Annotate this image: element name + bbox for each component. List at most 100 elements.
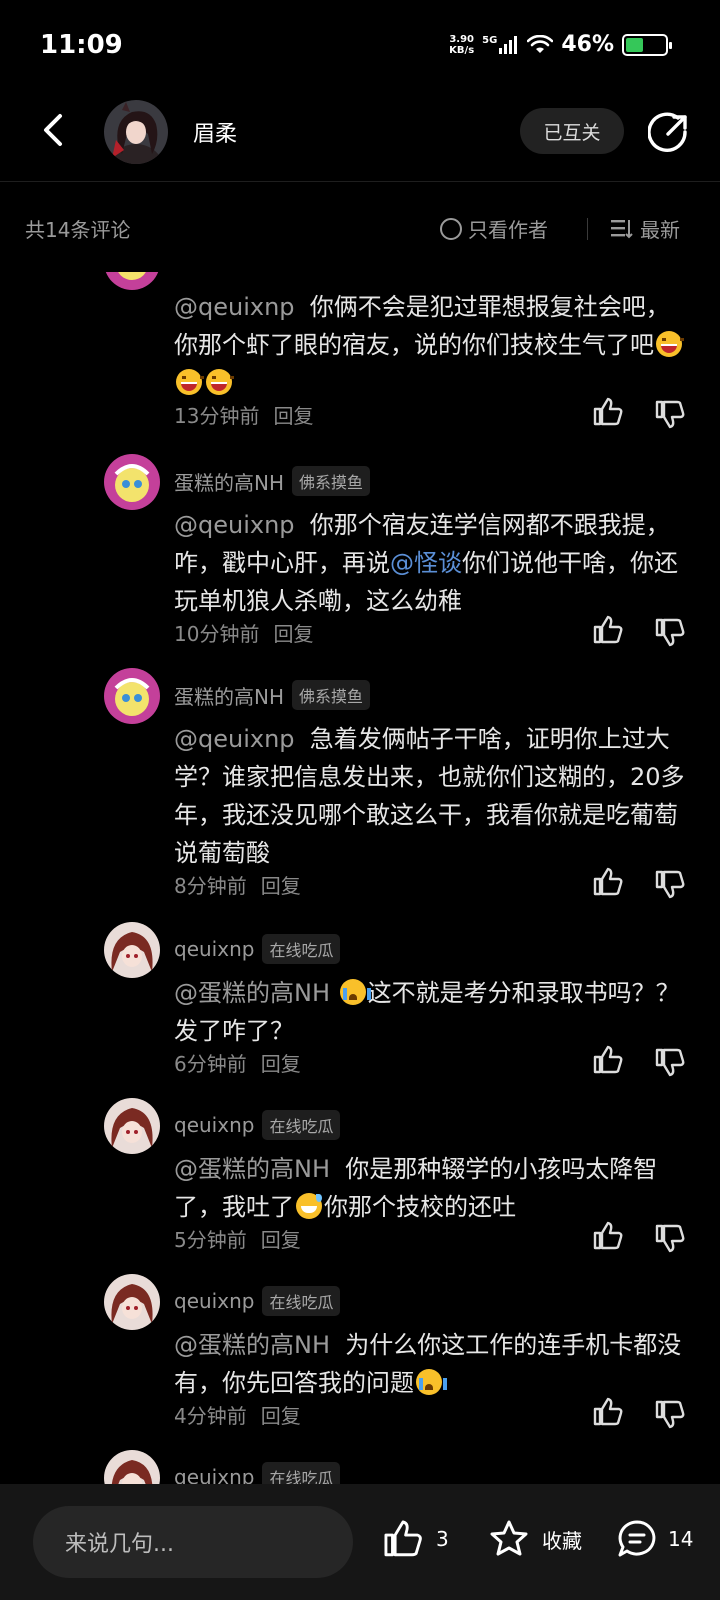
commenter-avatar[interactable] (104, 272, 160, 290)
wifi-icon (527, 34, 554, 53)
sort-toggle[interactable]: 最新 (610, 214, 680, 243)
commenter-avatar[interactable] (104, 1098, 160, 1154)
commenter-avatar[interactable] (104, 922, 160, 978)
bottom-action-bar: 来说几句... 3 收藏 14 (0, 1484, 720, 1600)
commenter-name[interactable]: qeuixnp (174, 1289, 254, 1313)
mutual-follow-button[interactable]: 已互关 (520, 108, 624, 154)
comment-meta: 4分钟前 回复 (174, 1400, 301, 1429)
battery-percent: 46% (561, 32, 614, 57)
thumbs-up-icon[interactable] (592, 1044, 624, 1076)
commenter-avatar[interactable] (104, 668, 160, 724)
commenter-name[interactable]: qeuixnp (174, 1113, 254, 1137)
comment-mention[interactable]: @蛋糕的高NH (174, 979, 330, 1007)
mention-link[interactable]: @怪谈 (390, 549, 462, 577)
comment-mention[interactable]: @qeuixnp (174, 725, 295, 753)
reply-button[interactable]: 回复 (273, 618, 313, 647)
reply-button[interactable]: 回复 (261, 1400, 301, 1429)
reply-button[interactable]: 回复 (261, 1224, 301, 1253)
reply-button[interactable]: 回复 (261, 1048, 301, 1077)
sweat-smile-emoji-icon (296, 1193, 322, 1219)
comment-bubble-icon (618, 1520, 656, 1557)
commenter-info: qeuixnp 在线吃瓜 (174, 1110, 341, 1140)
comment-input[interactable]: 来说几句... (33, 1506, 353, 1578)
commenter-name[interactable]: qeuixnp (174, 1465, 254, 1484)
reply-button[interactable]: 回复 (273, 400, 313, 429)
commenter-info: 蛋糕的高NH 佛系摸鱼 (174, 466, 371, 496)
commenter-badge: 在线吃瓜 (262, 1462, 341, 1484)
thumbs-up-icon[interactable] (592, 396, 624, 428)
commenter-badge: 佛系摸鱼 (292, 466, 371, 496)
comment-list[interactable]: @qeuixnp 你俩不会是犯过罪想报复社会吧，你那个虾了眼的宿友，说的你们技校… (0, 272, 720, 1484)
commenter-badge: 在线吃瓜 (262, 934, 341, 964)
comment-mention[interactable]: @qeuixnp (174, 293, 295, 321)
commenter-name[interactable]: 蛋糕的高NH (174, 681, 284, 710)
thumbs-down-icon[interactable] (654, 1398, 686, 1430)
crying-emoji-icon (339, 979, 371, 1005)
thumbs-down-icon[interactable] (654, 868, 686, 900)
grin-emoji-icon (206, 369, 234, 395)
commenter-info: 蛋糕的高NH 佛系摸鱼 (174, 680, 371, 710)
comment-text: @蛋糕的高NH 你是那种辍学的小孩吗太降智了，我吐了 你那个技校的还吐 (174, 1155, 658, 1221)
comment-text: @蛋糕的高NH 这不就是考分和录取书吗？？发了咋了？ (174, 979, 680, 1045)
comment-time: 8分钟前 (174, 874, 247, 898)
chevron-left-icon[interactable] (34, 110, 74, 150)
post-header: 眉柔 已互关 (0, 96, 720, 182)
thumbs-down-icon[interactable] (654, 398, 686, 430)
thumbs-up-icon (384, 1520, 422, 1557)
author-avatar[interactable] (104, 100, 168, 164)
commenter-name[interactable]: qeuixnp (174, 937, 254, 961)
thumbs-down-icon[interactable] (654, 616, 686, 648)
commenter-badge: 在线吃瓜 (262, 1110, 341, 1140)
comment-time: 6分钟前 (174, 1052, 247, 1076)
like-button[interactable]: 3 (382, 1518, 449, 1560)
comment-text: @qeuixnp 你那个宿友连学信网都不跟我提，咋，戳中心肝，再说@怪谈你们说他… (174, 511, 678, 615)
commenter-name[interactable]: 蛋糕的高NH (174, 467, 284, 496)
grin-emoji-icon (176, 369, 204, 395)
commenter-info: qeuixnp 在线吃瓜 (174, 934, 341, 964)
favorite-label: 收藏 (542, 1528, 582, 1553)
commenter-avatar[interactable] (104, 454, 160, 510)
comment-filter-bar: 共14条评论 只看作者 最新 (0, 206, 720, 250)
commenter-badge: 佛系摸鱼 (292, 680, 371, 710)
like-count: 3 (436, 1527, 449, 1551)
comment-text: @蛋糕的高NH 为什么你这工作的连手机卡都没有，你先回答我的问题 (174, 1331, 682, 1397)
commenter-avatar[interactable] (104, 1450, 160, 1484)
comment-meta: 10分钟前 回复 (174, 618, 313, 647)
author-only-toggle[interactable]: 只看作者 (440, 214, 548, 243)
status-bar: 11:09 3.90 KB/s 5G 46% (0, 0, 720, 96)
thumbs-up-icon[interactable] (592, 1220, 624, 1252)
comment-button[interactable]: 14 (616, 1518, 693, 1560)
author-name[interactable]: 眉柔 (193, 116, 237, 148)
commenter-info: qeuixnp 在线吃瓜 (174, 1462, 341, 1484)
comment-meta: 5分钟前 回复 (174, 1224, 301, 1253)
comment-mention[interactable]: @蛋糕的高NH (174, 1331, 330, 1359)
cellular-signal-icon: 5G (482, 35, 519, 54)
favorite-button[interactable]: 收藏 (488, 1518, 582, 1560)
comment-meta: 6分钟前 回复 (174, 1048, 301, 1077)
comment-count: 共14条评论 (25, 218, 131, 242)
comment-mention[interactable]: @蛋糕的高NH (174, 1155, 330, 1183)
thumbs-up-icon[interactable] (592, 1396, 624, 1428)
comment-time: 5分钟前 (174, 1228, 247, 1252)
comment-meta: 13分钟前 回复 (174, 400, 313, 429)
grin-emoji-icon (656, 331, 684, 357)
thumbs-up-icon[interactable] (592, 614, 624, 646)
thumbs-down-icon[interactable] (654, 1046, 686, 1078)
status-indicators: 3.90 KB/s 5G 46% (449, 32, 672, 57)
commenter-info: qeuixnp 在线吃瓜 (174, 1286, 341, 1316)
thumbs-up-icon[interactable] (592, 866, 624, 898)
sort-label: 最新 (640, 218, 680, 242)
comment-time: 10分钟前 (174, 622, 260, 646)
commenter-badge: 在线吃瓜 (262, 1286, 341, 1316)
comment-mention[interactable]: @qeuixnp (174, 511, 295, 539)
battery-fill (626, 37, 644, 52)
share-icon[interactable] (648, 112, 690, 154)
commenter-avatar[interactable] (104, 1274, 160, 1330)
thumbs-down-icon[interactable] (654, 1222, 686, 1254)
status-time: 11:09 (40, 30, 123, 60)
comment-text: @qeuixnp 急着发俩帖子干啥，证明你上过大学？谁家把信息发出来，也就你们这… (174, 725, 685, 867)
comment-time: 13分钟前 (174, 404, 260, 428)
reply-button[interactable]: 回复 (261, 870, 301, 899)
battery-icon (622, 33, 672, 56)
author-only-label: 只看作者 (468, 218, 548, 242)
